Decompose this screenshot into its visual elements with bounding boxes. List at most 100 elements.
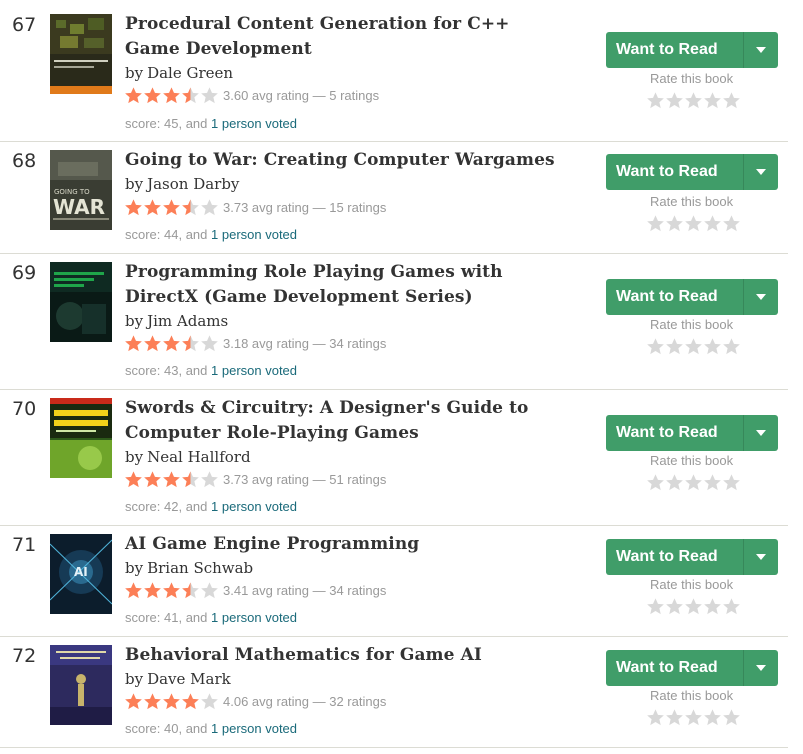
author-by: by — [125, 175, 144, 193]
book-rank: 68 — [12, 150, 37, 172]
book-cover-going-to-war[interactable]: GOING TO WAR — [50, 150, 112, 230]
star-icon — [201, 334, 218, 351]
star-icon — [201, 470, 218, 487]
rate-stars[interactable] — [646, 708, 741, 727]
star-icon — [704, 92, 721, 109]
star-icon — [647, 92, 664, 109]
star-icon — [704, 474, 721, 491]
book-author: by Dave Mark — [125, 670, 231, 688]
rate-stars[interactable] — [646, 91, 741, 110]
rating-meta: 3.73 avg rating — 51 ratings — [223, 471, 387, 487]
star-icon — [685, 598, 702, 615]
want-to-read-button[interactable]: Want to Read — [606, 154, 778, 190]
book-cover-ai-engine[interactable]: AI — [50, 534, 112, 614]
book-title[interactable]: Programming Role Playing Games with Dire… — [125, 260, 570, 310]
book-row: 68 GOING TO WAR Going to War: Creating C… — [0, 142, 788, 254]
star-icon — [704, 338, 721, 355]
caret-down-icon[interactable] — [743, 539, 778, 575]
want-to-read-label[interactable]: Want to Read — [606, 650, 743, 686]
author-name[interactable]: Neal Hallford — [147, 448, 250, 466]
book-cover-rpg-directx[interactable] — [50, 262, 112, 342]
star-icon — [685, 474, 702, 491]
want-to-read-button[interactable]: Want to Read — [606, 415, 778, 451]
star-icon — [201, 692, 218, 709]
star-icon — [125, 581, 142, 598]
book-cover-procedural-content[interactable] — [50, 14, 112, 94]
book-row: 70 Swords & Circuitry: A Designer's Guid… — [0, 390, 788, 526]
star-icon — [647, 215, 664, 232]
caret-down-icon[interactable] — [743, 32, 778, 68]
star-icon — [125, 470, 142, 487]
want-to-read-button[interactable]: Want to Read — [606, 32, 778, 68]
score-line: score: 41, and 1 person voted — [125, 610, 297, 625]
author-name[interactable]: Dale Green — [147, 64, 233, 82]
book-author: by Jim Adams — [125, 312, 228, 330]
rating-stars — [124, 470, 219, 489]
caret-down-icon[interactable] — [743, 154, 778, 190]
rate-stars[interactable] — [646, 473, 741, 492]
rate-stars[interactable] — [646, 597, 741, 616]
rate-stars[interactable] — [646, 337, 741, 356]
book-row: 71 AI AI Game Engine Programming by Brian… — [0, 526, 788, 637]
rate-stars[interactable] — [646, 214, 741, 233]
voters-link[interactable]: 1 person voted — [211, 721, 297, 736]
voters-link[interactable]: 1 person voted — [211, 499, 297, 514]
book-author: by Neal Hallford — [125, 448, 251, 466]
rating-stars — [124, 86, 219, 105]
avg-rating: 3.60 avg rating — 5 ratings — [124, 84, 379, 106]
book-rank: 69 — [12, 262, 37, 284]
voters-link[interactable]: 1 person voted — [211, 610, 297, 625]
score-line: score: 44, and 1 person voted — [125, 227, 297, 242]
book-title[interactable]: Procedural Content Generation for C++ Ga… — [125, 12, 570, 62]
star-icon — [647, 338, 664, 355]
author-name[interactable]: Dave Mark — [147, 670, 231, 688]
want-to-read-label[interactable]: Want to Read — [606, 539, 743, 575]
star-icon — [723, 215, 740, 232]
book-title[interactable]: Swords & Circuitry: A Designer's Guide t… — [125, 396, 570, 446]
want-to-read-label[interactable]: Want to Read — [606, 415, 743, 451]
rating-meta: 3.73 avg rating — 15 ratings — [223, 199, 387, 215]
star-icon — [647, 598, 664, 615]
voters-link[interactable]: 1 person voted — [211, 116, 297, 131]
svg-text:AI: AI — [74, 565, 88, 579]
star-icon — [723, 338, 740, 355]
star-icon — [163, 86, 180, 103]
book-cover-swords-circuitry[interactable] — [50, 398, 112, 478]
want-to-read-label[interactable]: Want to Read — [606, 279, 743, 315]
want-to-read-label[interactable]: Want to Read — [606, 32, 743, 68]
author-by: by — [125, 312, 144, 330]
rating-stars — [124, 692, 219, 711]
want-to-read-label[interactable]: Want to Read — [606, 154, 743, 190]
author-name[interactable]: Jim Adams — [147, 312, 228, 330]
caret-down-icon[interactable] — [743, 650, 778, 686]
author-name[interactable]: Jason Darby — [147, 175, 239, 193]
want-to-read-button[interactable]: Want to Read — [606, 650, 778, 686]
star-icon — [163, 470, 180, 487]
score-line: score: 45, and 1 person voted — [125, 116, 297, 131]
star-icon — [704, 598, 721, 615]
star-icon — [723, 709, 740, 726]
rate-this-book-label: Rate this book — [650, 194, 734, 209]
star-icon — [666, 709, 683, 726]
avg-rating: 3.73 avg rating — 15 ratings — [124, 196, 386, 218]
caret-down-icon[interactable] — [743, 279, 778, 315]
author-name[interactable]: Brian Schwab — [147, 559, 253, 577]
want-to-read-button[interactable]: Want to Read — [606, 539, 778, 575]
star-icon — [182, 198, 199, 215]
book-title[interactable]: Going to War: Creating Computer Wargames — [125, 148, 570, 173]
book-cover-behavioral-math[interactable] — [50, 645, 112, 725]
rating-stars — [124, 198, 219, 217]
want-to-read-button[interactable]: Want to Read — [606, 279, 778, 315]
voters-link[interactable]: 1 person voted — [211, 227, 297, 242]
caret-down-icon[interactable] — [743, 415, 778, 451]
star-icon — [125, 334, 142, 351]
score-text: score: 44, and — [125, 227, 208, 242]
book-title[interactable]: AI Game Engine Programming — [125, 532, 570, 557]
voters-link[interactable]: 1 person voted — [211, 363, 297, 378]
star-icon — [666, 474, 683, 491]
book-title[interactable]: Behavioral Mathematics for Game AI — [125, 643, 570, 668]
score-line: score: 42, and 1 person voted — [125, 499, 297, 514]
author-by: by — [125, 448, 144, 466]
star-icon — [182, 692, 199, 709]
star-icon — [201, 581, 218, 598]
